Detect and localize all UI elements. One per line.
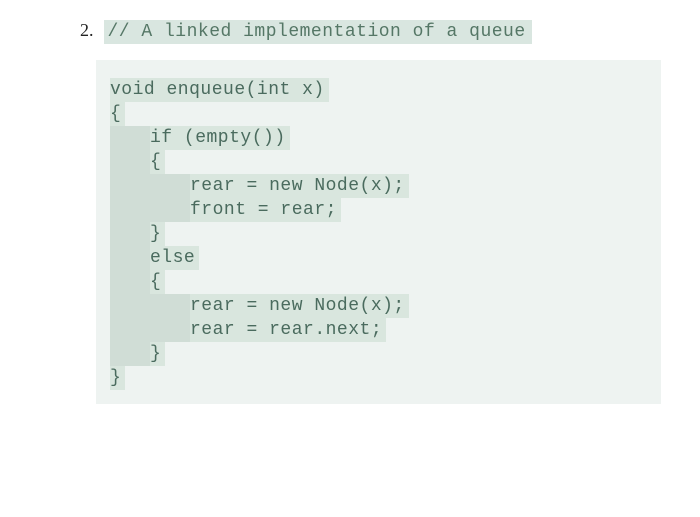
header-row: 2. // A linked implementation of a queue	[80, 20, 660, 44]
code-line: if (empty())	[110, 126, 647, 150]
code-text: rear = new Node(x);	[190, 294, 409, 318]
code-line: rear = new Node(x);	[110, 174, 647, 198]
code-line: }	[110, 366, 647, 390]
code-text: else	[150, 246, 199, 270]
code-line: }	[110, 342, 647, 366]
code-text: }	[150, 222, 165, 246]
code-comment: // A linked implementation of a queue	[104, 20, 532, 44]
code-line: {	[110, 270, 647, 294]
code-line: rear = rear.next;	[110, 318, 647, 342]
code-text: rear = new Node(x);	[190, 174, 409, 198]
code-line: {	[110, 102, 647, 126]
code-text: }	[150, 342, 165, 366]
code-line: else	[110, 246, 647, 270]
code-text: {	[150, 270, 165, 294]
code-text: }	[110, 366, 125, 390]
code-text: void enqueue(int x)	[110, 78, 329, 102]
code-line: rear = new Node(x);	[110, 294, 647, 318]
code-text: rear = rear.next;	[190, 318, 386, 342]
code-text: {	[110, 102, 125, 126]
code-line: front = rear;	[110, 198, 647, 222]
item-number: 2.	[80, 20, 94, 41]
code-line: }	[110, 222, 647, 246]
code-text: if (empty())	[150, 126, 290, 150]
code-text: {	[150, 150, 165, 174]
code-line: void enqueue(int x)	[110, 78, 647, 102]
code-text: front = rear;	[190, 198, 341, 222]
code-block: void enqueue(int x) { if (empty()) { rea…	[96, 60, 661, 404]
code-line: {	[110, 150, 647, 174]
